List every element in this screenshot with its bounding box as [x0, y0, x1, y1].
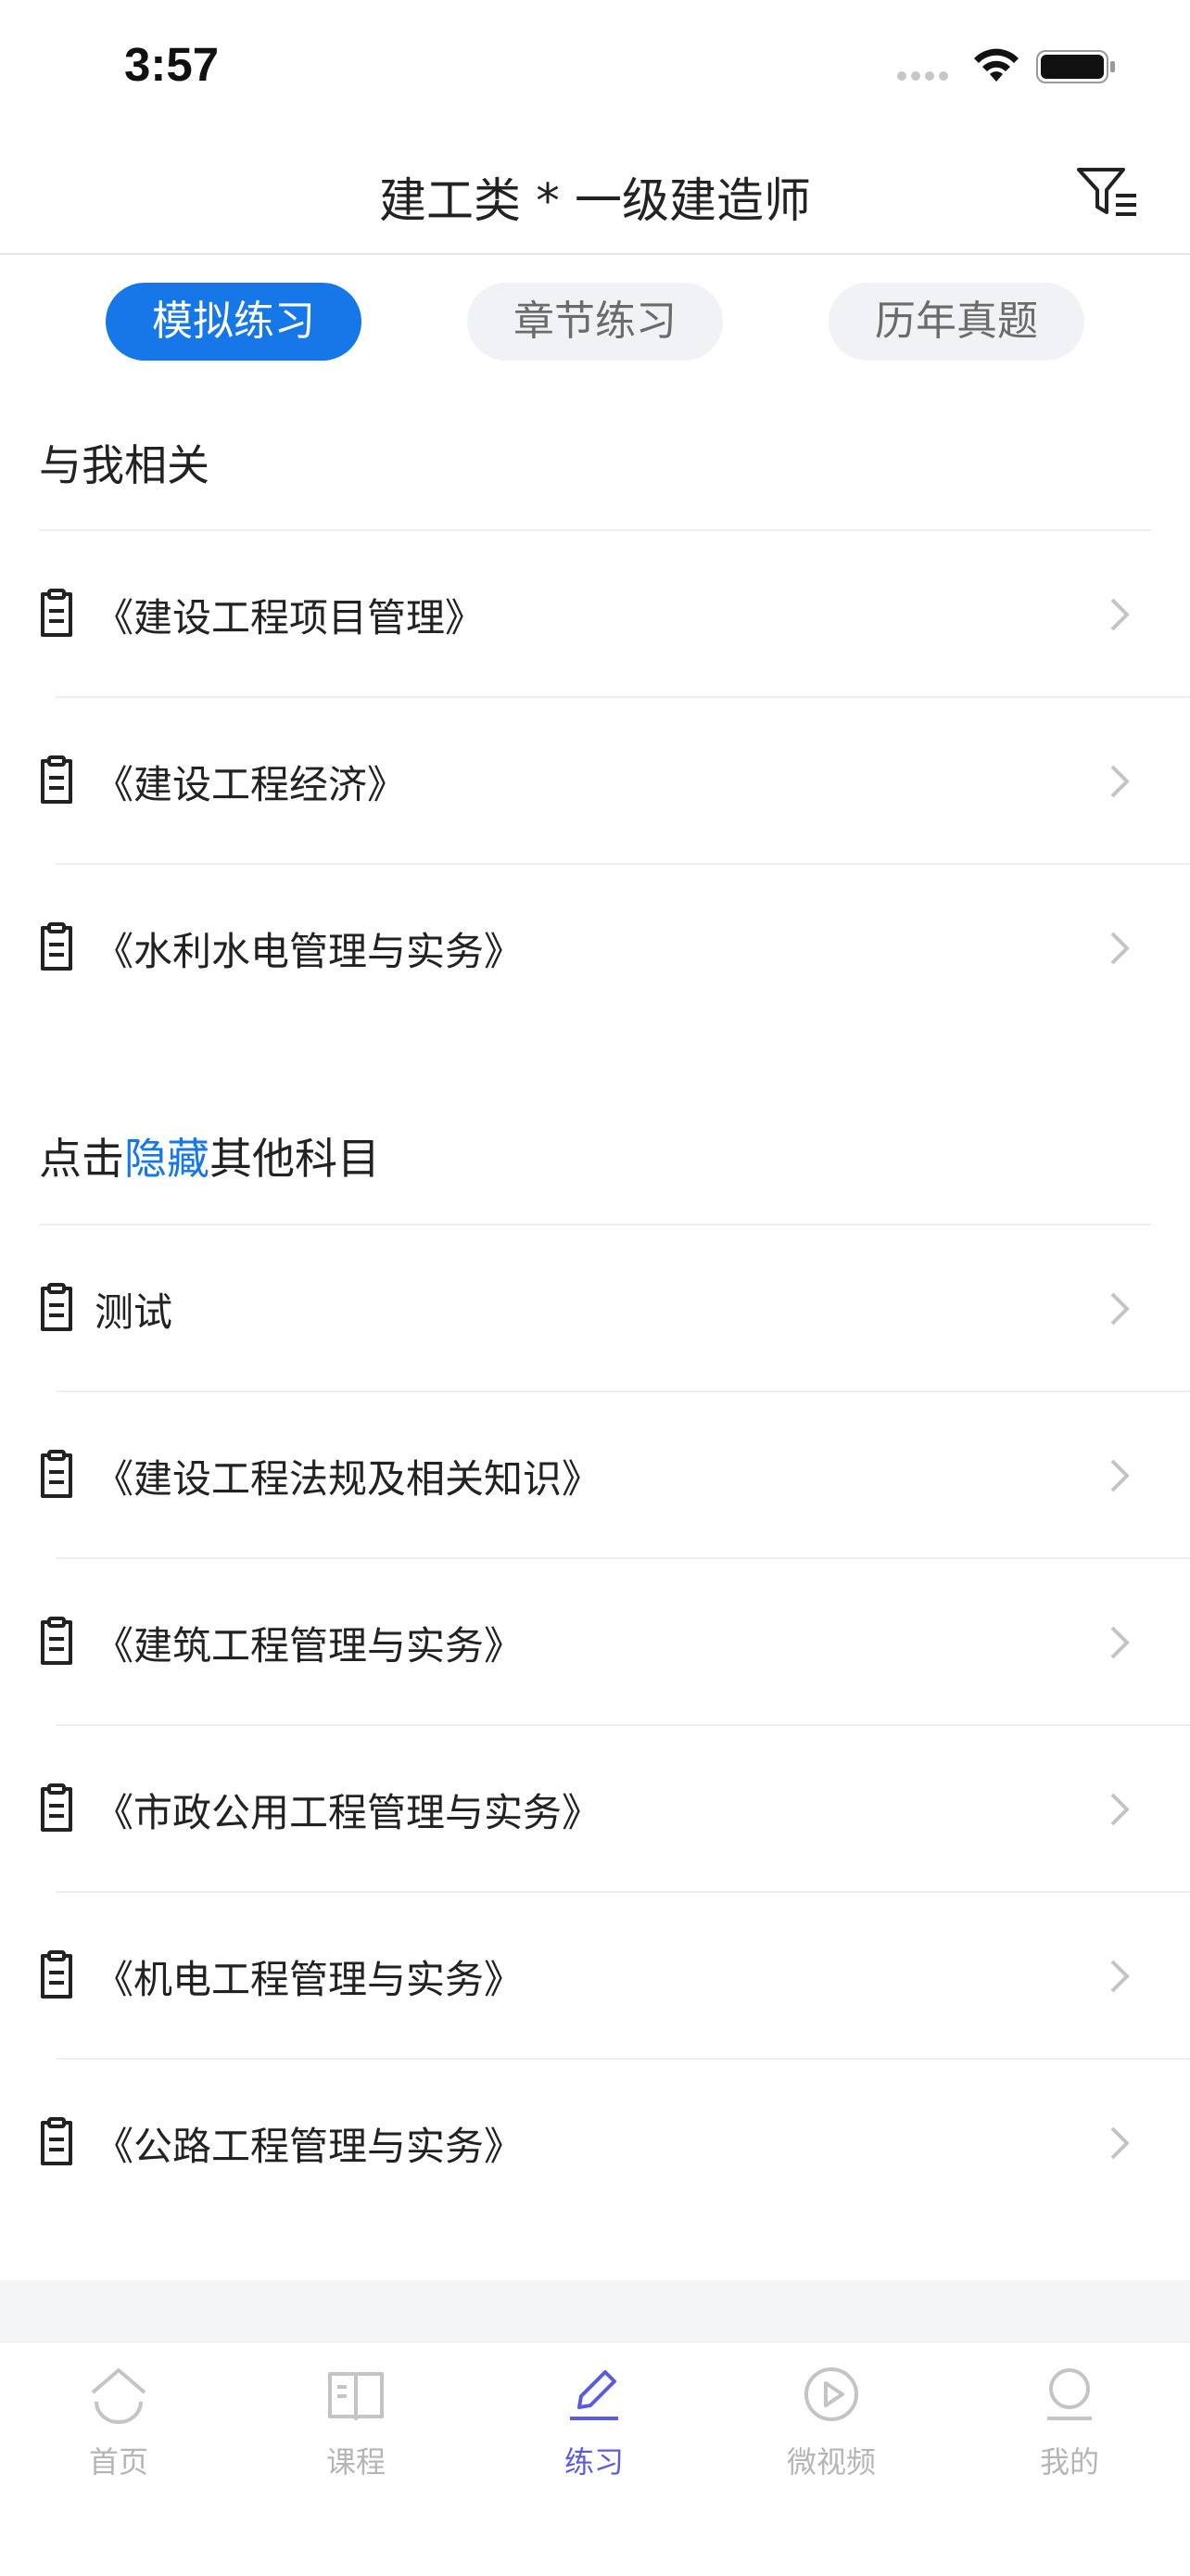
wifi-icon [974, 48, 1019, 82]
home-icon [91, 2368, 146, 2424]
list-item-label: 《建筑工程管理与实务》 [95, 1623, 524, 1669]
tab-mock-practice[interactable]: 模拟练习 [106, 283, 361, 361]
chevron-right-icon [1110, 932, 1130, 965]
list-item[interactable]: 《公路工程管理与实务》 [0, 2060, 1190, 2225]
list-item[interactable]: 《建设工程经济》 [0, 698, 1190, 863]
list-item[interactable]: 《水利水电管理与实务》 [0, 865, 1190, 1030]
document-icon [41, 589, 72, 637]
document-icon [41, 755, 72, 804]
chevron-right-icon [1110, 1960, 1130, 1993]
tab-bar-label: 微视频 [786, 2444, 876, 2480]
document-icon [41, 1283, 72, 1331]
list-item-label: 《公路工程管理与实务》 [95, 2124, 524, 2169]
tab-bar-mine[interactable]: 我的 [995, 2342, 1144, 2528]
tab-bar-label: 练习 [563, 2444, 624, 2480]
list-item-label: 《建设工程项目管理》 [95, 595, 485, 641]
status-bar: 3:57 [0, 0, 1190, 134]
list-item-label: 《水利水电管理与实务》 [95, 929, 524, 974]
section-title-prefix: 点击 [39, 1134, 124, 1184]
page-title: 建工类 * 一级建造师 [379, 174, 811, 229]
content-footer-spacer [0, 2280, 1190, 2341]
profile-icon [1047, 2368, 1092, 2420]
section-title-related: 与我相关 [39, 440, 209, 490]
tab-chapter-practice[interactable]: 章节练习 [467, 283, 723, 361]
list-item[interactable]: 《建设工程项目管理》 [0, 531, 1190, 696]
list-item[interactable]: 测试 [0, 1225, 1190, 1390]
tab-bar-micro-video[interactable]: 微视频 [757, 2342, 905, 2528]
document-icon [41, 2117, 72, 2165]
document-icon [41, 1450, 72, 1498]
tab-bar-practice[interactable]: 练习 [520, 2342, 668, 2528]
tab-bar-label: 我的 [1039, 2444, 1099, 2480]
hide-others-link[interactable]: 隐藏 [124, 1134, 209, 1184]
chevron-right-icon [1110, 1793, 1130, 1826]
section-title-suffix: 其他科目 [209, 1134, 380, 1184]
list-item-label: 《机电工程管理与实务》 [95, 1957, 524, 2002]
status-time: 3:57 [124, 38, 220, 91]
list-item[interactable]: 《建筑工程管理与实务》 [0, 1559, 1190, 1724]
list-item-label: 《市政公用工程管理与实务》 [95, 1790, 601, 1835]
tab-bar-courses[interactable]: 课程 [282, 2342, 430, 2528]
document-icon [41, 922, 72, 971]
document-icon [41, 1783, 72, 1832]
tab-bar-home[interactable]: 首页 [44, 2342, 193, 2528]
chevron-right-icon [1110, 1292, 1130, 1326]
pencil-icon [570, 2370, 618, 2420]
list-item-label: 《建设工程经济》 [95, 762, 407, 807]
tab-past-exams[interactable]: 历年真题 [829, 283, 1084, 361]
tab-bar-label: 首页 [88, 2444, 148, 2480]
list-item-label: 测试 [95, 1289, 173, 1335]
list-item[interactable]: 《市政公用工程管理与实务》 [0, 1726, 1190, 1891]
list-item-label: 《建设工程法规及相关知识》 [95, 1456, 601, 1502]
section-title-others: 点击隐藏其他科目 [39, 1125, 380, 1186]
nav-bar: 建工类 * 一级建造师 [0, 134, 1190, 255]
play-icon [804, 2367, 858, 2421]
document-icon [41, 1617, 72, 1665]
bottom-tab-bar: 首页 课程 练习 微视频 我的 [0, 2341, 1190, 2576]
list-item[interactable]: 《建设工程法规及相关知识》 [0, 1392, 1190, 1557]
chevron-right-icon [1110, 1626, 1130, 1659]
filter-icon[interactable] [1075, 162, 1140, 222]
chevron-right-icon [1110, 598, 1130, 631]
tab-bar-label: 课程 [325, 2444, 386, 2480]
chevron-right-icon [1110, 2126, 1130, 2160]
list-item[interactable]: 《机电工程管理与实务》 [0, 1893, 1190, 2058]
book-icon [328, 2372, 384, 2420]
practice-tabs: 模拟练习 章节练习 历年真题 [0, 283, 1190, 361]
cellular-signal-icon [897, 67, 955, 81]
battery-icon [1036, 50, 1115, 83]
document-icon [41, 1950, 72, 1999]
chevron-right-icon [1110, 765, 1130, 798]
chevron-right-icon [1110, 1459, 1130, 1492]
